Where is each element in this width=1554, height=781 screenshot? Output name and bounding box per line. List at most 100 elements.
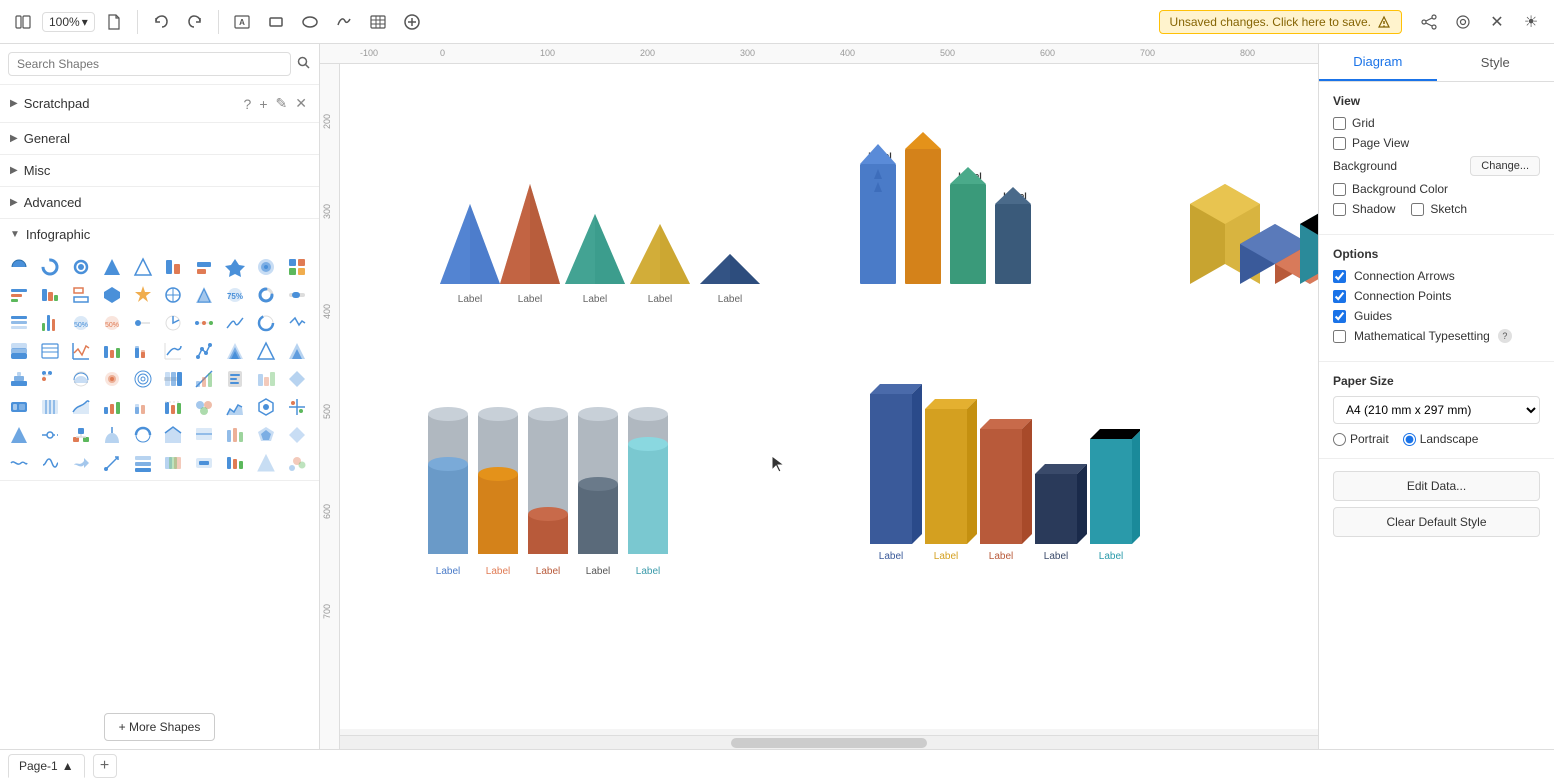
list-item[interactable] <box>253 450 279 476</box>
list-item[interactable] <box>6 310 32 336</box>
list-item[interactable] <box>253 254 279 280</box>
insert-tool-button[interactable] <box>397 7 427 37</box>
grid-label[interactable]: Grid <box>1333 116 1375 130</box>
guides-checkbox[interactable] <box>1333 310 1346 323</box>
list-item[interactable] <box>253 366 279 392</box>
unsaved-banner[interactable]: Unsaved changes. Click here to save. <box>1159 10 1402 34</box>
list-item[interactable] <box>191 394 217 420</box>
list-item[interactable] <box>130 310 156 336</box>
list-item[interactable] <box>6 366 32 392</box>
search-button[interactable] <box>297 56 311 73</box>
list-item[interactable] <box>130 366 156 392</box>
page-view-checkbox[interactable] <box>1333 137 1346 150</box>
connection-arrows-row[interactable]: Connection Arrows <box>1333 269 1540 283</box>
list-item[interactable] <box>191 254 217 280</box>
math-typeset-row[interactable]: Mathematical Typesetting ? <box>1333 329 1540 343</box>
freeform-tool-button[interactable] <box>329 7 359 37</box>
add-page-button[interactable]: + <box>93 754 117 778</box>
list-item[interactable] <box>99 394 125 420</box>
background-color-checkbox[interactable] <box>1333 183 1346 196</box>
shadow-label[interactable]: Shadow <box>1333 202 1395 216</box>
list-item[interactable] <box>130 450 156 476</box>
redo-button[interactable] <box>180 7 210 37</box>
connection-arrows-checkbox[interactable] <box>1333 270 1346 283</box>
sidebar-toggle-button[interactable] <box>8 7 38 37</box>
list-item[interactable] <box>37 422 63 448</box>
scratchpad-edit[interactable]: ✎ <box>274 93 290 114</box>
list-item[interactable] <box>99 282 125 308</box>
paper-size-select[interactable]: A4 (210 mm x 297 mm) <box>1333 396 1540 424</box>
list-item[interactable] <box>253 394 279 420</box>
list-item[interactable] <box>68 366 94 392</box>
list-item[interactable] <box>130 338 156 364</box>
list-item[interactable] <box>37 282 63 308</box>
list-item[interactable] <box>160 338 186 364</box>
list-item[interactable] <box>130 394 156 420</box>
list-item[interactable] <box>99 338 125 364</box>
scratchpad-header[interactable]: ▶ Scratchpad ? + ✎ ✕ <box>0 85 319 122</box>
math-typeset-checkbox[interactable] <box>1333 330 1346 343</box>
list-item[interactable] <box>99 366 125 392</box>
landscape-label[interactable]: Landscape <box>1403 432 1479 446</box>
infographic-header[interactable]: ▼ Infographic <box>0 219 319 250</box>
list-item[interactable] <box>222 338 248 364</box>
list-item[interactable] <box>191 450 217 476</box>
list-item[interactable] <box>160 422 186 448</box>
tab-diagram[interactable]: Diagram <box>1319 44 1437 81</box>
list-item[interactable] <box>191 422 217 448</box>
share-button[interactable] <box>1414 7 1444 37</box>
math-help-icon[interactable]: ? <box>1498 329 1512 343</box>
landscape-radio[interactable] <box>1403 433 1416 446</box>
list-item[interactable] <box>68 394 94 420</box>
list-item[interactable] <box>160 254 186 280</box>
scratchpad-add[interactable]: + <box>257 93 269 114</box>
scratchpad-help[interactable]: ? <box>242 93 254 114</box>
list-item[interactable] <box>6 282 32 308</box>
list-item[interactable] <box>222 394 248 420</box>
list-item[interactable] <box>160 450 186 476</box>
tab-style[interactable]: Style <box>1437 44 1554 81</box>
sketch-checkbox[interactable] <box>1411 203 1424 216</box>
scrollbar-thumb[interactable] <box>731 738 927 748</box>
list-item[interactable] <box>130 282 156 308</box>
list-item[interactable] <box>130 422 156 448</box>
canvas-area[interactable]: -100 0 100 200 300 400 500 600 700 800 9… <box>320 44 1318 749</box>
extras-button[interactable] <box>1448 7 1478 37</box>
list-item[interactable] <box>37 254 63 280</box>
list-item[interactable] <box>284 450 310 476</box>
list-item[interactable] <box>222 254 248 280</box>
list-item[interactable] <box>253 310 279 336</box>
list-item[interactable] <box>99 422 125 448</box>
close-button[interactable]: ✕ <box>1482 7 1512 37</box>
horizontal-scrollbar[interactable] <box>340 735 1318 749</box>
list-item[interactable] <box>160 282 186 308</box>
list-item[interactable] <box>37 450 63 476</box>
advanced-header[interactable]: ▶ Advanced <box>0 187 319 218</box>
list-item[interactable] <box>253 422 279 448</box>
list-item[interactable]: text <box>284 282 310 308</box>
misc-header[interactable]: ▶ Misc <box>0 155 319 186</box>
page-tab-1[interactable]: Page-1 ▲ <box>8 754 85 778</box>
grid-checkbox[interactable] <box>1333 117 1346 130</box>
list-item[interactable] <box>99 450 125 476</box>
list-item[interactable] <box>191 366 217 392</box>
sketch-label[interactable]: Sketch <box>1411 202 1467 216</box>
list-item[interactable] <box>284 422 310 448</box>
general-header[interactable]: ▶ General <box>0 123 319 154</box>
list-item[interactable] <box>99 254 125 280</box>
list-item[interactable] <box>222 422 248 448</box>
more-shapes-button[interactable]: + More Shapes <box>104 713 216 741</box>
list-item[interactable] <box>6 422 32 448</box>
list-item[interactable] <box>222 450 248 476</box>
list-item[interactable] <box>284 254 310 280</box>
list-item[interactable] <box>191 282 217 308</box>
list-item[interactable] <box>37 366 63 392</box>
connection-points-row[interactable]: Connection Points <box>1333 289 1540 303</box>
list-item[interactable] <box>37 394 63 420</box>
list-item[interactable] <box>253 338 279 364</box>
list-item[interactable] <box>6 338 32 364</box>
list-item[interactable] <box>160 394 186 420</box>
list-item[interactable] <box>68 422 94 448</box>
rectangle-tool-button[interactable] <box>261 7 291 37</box>
clear-style-button[interactable]: Clear Default Style <box>1333 507 1540 537</box>
